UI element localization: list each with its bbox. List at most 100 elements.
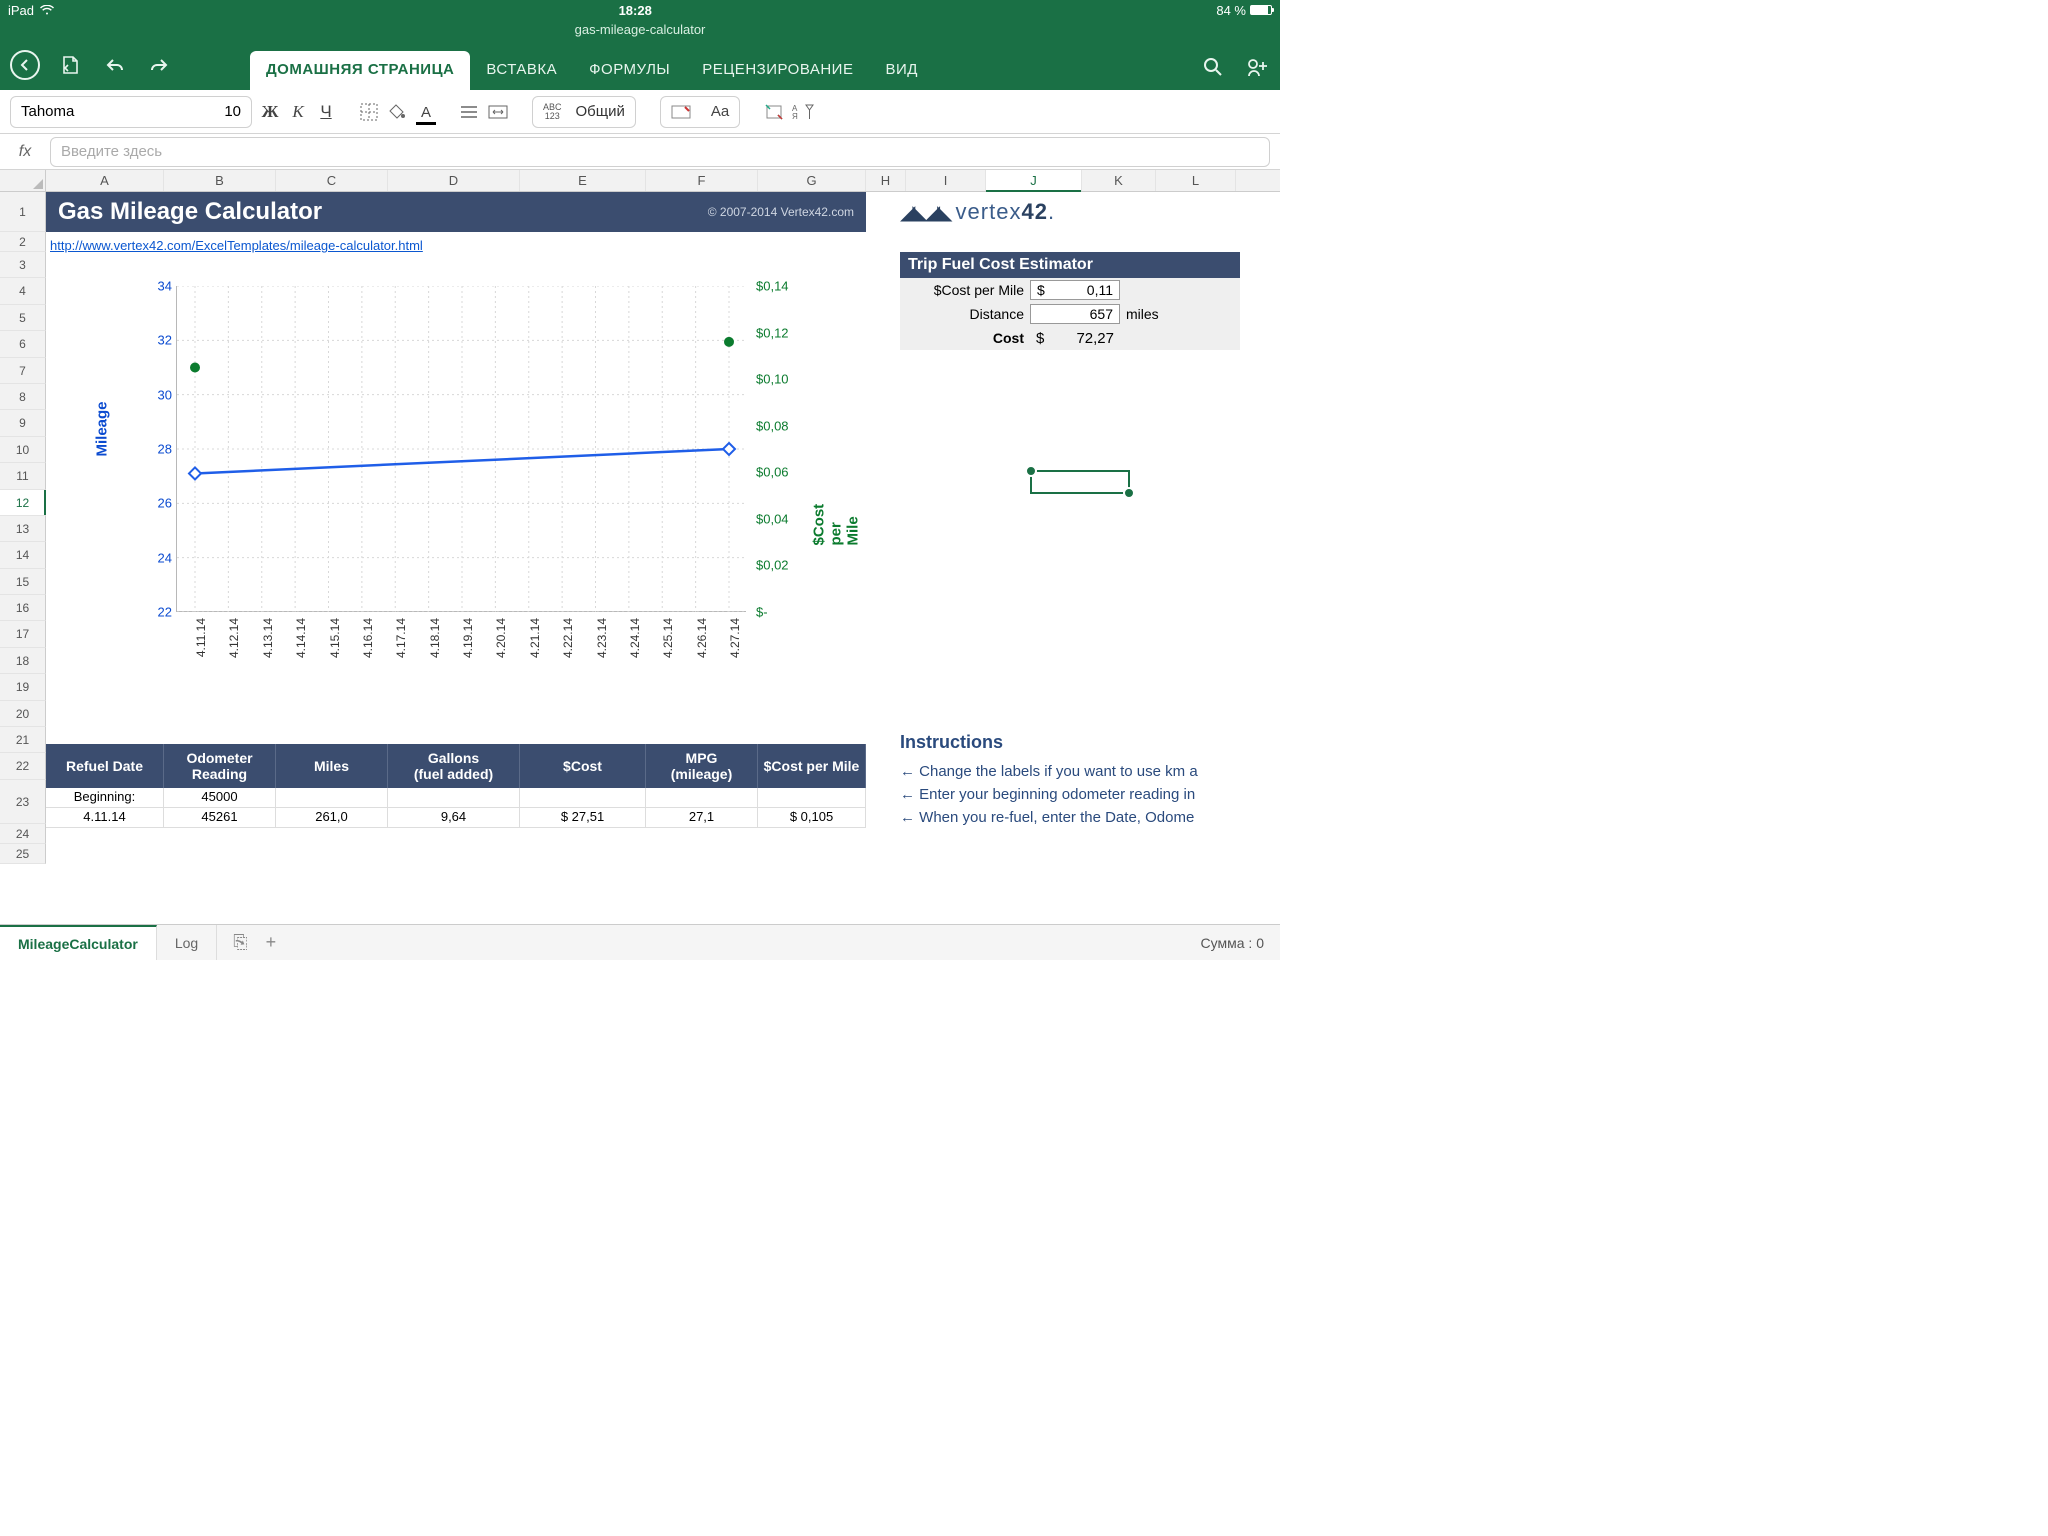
row-header-14[interactable]: 14 <box>0 542 46 568</box>
styles-box[interactable]: Aa <box>660 96 740 128</box>
mileage-chart: Mileage $Cost per Mile 22242628303234 $-… <box>96 272 866 702</box>
col-header-E[interactable]: E <box>520 170 646 191</box>
share-icon[interactable] <box>1244 54 1270 80</box>
template-link[interactable]: http://www.vertex42.com/ExcelTemplates/m… <box>50 238 423 253</box>
col-header-L[interactable]: L <box>1156 170 1236 191</box>
vertex42-logo: ◢◣◢◣ vertex42. <box>900 194 1120 230</box>
ribbon-tab-4[interactable]: ВИД <box>869 51 933 90</box>
estimator-row-2: Cost$72,27 <box>900 326 1240 350</box>
font-box[interactable]: Tahoma 10 <box>10 96 252 128</box>
row-header-9[interactable]: 9 <box>0 410 46 436</box>
col-header-D[interactable]: D <box>388 170 520 191</box>
row-header-18[interactable]: 18 <box>0 648 46 674</box>
table-row[interactable]: 4.11.1445261261,09,64$ 27,5127,1$ 0,105 <box>46 808 866 828</box>
col-header-G[interactable]: G <box>758 170 866 191</box>
y2-tick: $0,10 <box>756 372 789 387</box>
row-header-20[interactable]: 20 <box>0 701 46 727</box>
x-tick: 4.13.14 <box>261 618 275 658</box>
row-header-3[interactable]: 3 <box>0 252 46 278</box>
cell-selection[interactable] <box>1030 470 1130 494</box>
row-header-6[interactable]: 6 <box>0 331 46 357</box>
ribbon-tab-0[interactable]: ДОМАШНЯЯ СТРАНИЦА <box>250 51 470 90</box>
row-header-22[interactable]: 22 <box>0 753 46 779</box>
battery-percent: 84 % <box>1216 3 1246 18</box>
table-header-2: Miles <box>276 744 388 788</box>
ribbon-tab-3[interactable]: РЕЦЕНЗИРОВАНИЕ <box>686 51 869 90</box>
undo-button[interactable] <box>102 52 128 78</box>
redo-button[interactable] <box>146 52 172 78</box>
x-tick: 4.19.14 <box>461 618 475 658</box>
x-tick: 4.11.14 <box>194 618 208 657</box>
col-header-A[interactable]: A <box>46 170 164 191</box>
select-all-corner[interactable] <box>0 170 46 191</box>
col-header-C[interactable]: C <box>276 170 388 191</box>
y1-tick: 22 <box>140 605 172 620</box>
row-header-21[interactable]: 21 <box>0 727 46 753</box>
col-header-H[interactable]: H <box>866 170 906 191</box>
fill-color-button[interactable] <box>388 103 408 121</box>
row-header-4[interactable]: 4 <box>0 278 46 304</box>
align-button[interactable] <box>460 105 480 119</box>
ribbon-tab-1[interactable]: ВСТАВКА <box>470 51 573 90</box>
ribbon-tab-2[interactable]: ФОРМУЛЫ <box>573 51 686 90</box>
add-sheet-button[interactable]: + <box>266 932 277 953</box>
instruction-line-0: ← Change the labels if you want to use k… <box>900 763 1280 780</box>
insert-cells-button[interactable] <box>764 103 784 121</box>
row-header-5[interactable]: 5 <box>0 305 46 331</box>
row-header-25[interactable]: 25 <box>0 844 46 864</box>
row-header-11[interactable]: 11 <box>0 463 46 489</box>
sheet-title: Gas Mileage Calculator <box>58 198 322 226</box>
row-header-23[interactable]: 23 <box>0 780 46 824</box>
font-color-button[interactable]: A <box>416 102 436 122</box>
underline-button[interactable]: Ч <box>316 102 336 122</box>
sheet-tab-log[interactable]: Log <box>157 925 217 960</box>
row-header-8[interactable]: 8 <box>0 384 46 410</box>
estimator-row-1: Distance657miles <box>900 302 1240 326</box>
document-title: gas-mileage-calculator <box>0 20 1280 40</box>
y2-tick: $0,08 <box>756 418 789 433</box>
table-header-6: $Cost per Mile <box>758 744 866 788</box>
estimator-title: Trip Fuel Cost Estimator <box>900 252 1240 278</box>
sheet-tab-mileagecalculator[interactable]: MileageCalculator <box>0 925 157 960</box>
table-header-5: MPG(mileage) <box>646 744 758 788</box>
row-header-1[interactable]: 1 <box>0 192 46 232</box>
row-header-10[interactable]: 10 <box>0 437 46 463</box>
row-header-24[interactable]: 24 <box>0 824 46 844</box>
row-header-19[interactable]: 19 <box>0 674 46 700</box>
row-header-15[interactable]: 15 <box>0 569 46 595</box>
row-header-13[interactable]: 13 <box>0 516 46 542</box>
grid-body[interactable]: Gas Mileage Calculator © 2007-2014 Verte… <box>46 192 1280 962</box>
file-icon[interactable] <box>58 52 84 78</box>
x-tick: 4.25.14 <box>661 618 675 658</box>
number-format-box[interactable]: ABC123 Общий <box>532 96 636 128</box>
link-sheet-icon[interactable]: ⎘ <box>233 932 247 953</box>
spreadsheet[interactable]: ABCDEFGHIJKL 123456789101112131415161718… <box>0 170 1280 962</box>
col-header-I[interactable]: I <box>906 170 986 191</box>
row-header-17[interactable]: 17 <box>0 621 46 647</box>
row-header-16[interactable]: 16 <box>0 595 46 621</box>
estimator-row-0: $Cost per Mile$0,11 <box>900 278 1240 302</box>
formula-input[interactable]: Введите здесь <box>50 137 1270 167</box>
row-header-7[interactable]: 7 <box>0 358 46 384</box>
merge-button[interactable] <box>488 105 508 119</box>
x-tick: 4.21.14 <box>528 618 542 658</box>
back-button[interactable] <box>10 50 40 80</box>
sort-filter-button[interactable]: АЯ <box>792 103 812 121</box>
ios-status-bar: iPad 18:28 84 % <box>0 0 1280 20</box>
ribbon-tabs: ДОМАШНЯЯ СТРАНИЦАВСТАВКАФОРМУЛЫРЕЦЕНЗИРО… <box>250 40 934 90</box>
table-row[interactable]: Beginning:45000 <box>46 788 866 808</box>
row-header-12[interactable]: 12 <box>0 490 46 516</box>
device-label: iPad <box>8 3 34 18</box>
col-header-J[interactable]: J <box>986 170 1082 191</box>
col-header-F[interactable]: F <box>646 170 758 191</box>
search-icon[interactable] <box>1200 54 1226 80</box>
row-header-2[interactable]: 2 <box>0 232 46 252</box>
battery-icon <box>1250 5 1272 15</box>
borders-button[interactable] <box>360 103 380 121</box>
col-header-B[interactable]: B <box>164 170 276 191</box>
y2-tick: $0,12 <box>756 325 789 340</box>
bold-button[interactable]: Ж <box>260 102 280 122</box>
col-header-K[interactable]: K <box>1082 170 1156 191</box>
italic-button[interactable]: К <box>288 102 308 122</box>
table-header-3: Gallons(fuel added) <box>388 744 520 788</box>
